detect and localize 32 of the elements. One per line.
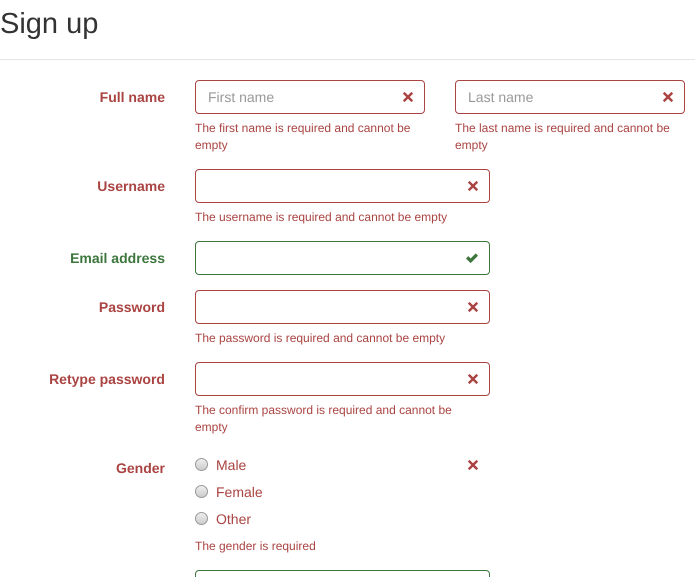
option-label[interactable]: Other [216,510,252,526]
radio-button[interactable] [195,512,208,525]
error-message: The first name is required and cannot be empty [195,120,412,154]
input-field[interactable]: Last name [455,80,685,114]
input-field[interactable] [195,290,490,324]
field-label: Username [96,177,165,196]
cross-icon [467,458,479,470]
cross-icon [662,91,674,103]
input-field[interactable] [195,362,490,396]
field-label: Retype password [48,370,165,389]
error-message: The last name is required and cannot be empty [455,120,671,154]
field-label: Gender [114,459,165,478]
input-field[interactable] [195,241,490,275]
radio-button[interactable] [195,485,208,498]
radio-button[interactable] [195,458,208,471]
cross-icon [402,91,414,103]
error-message: The gender is required [195,538,317,555]
field-label: Password [98,298,165,317]
input-field[interactable] [195,169,490,203]
field-label: Email address [69,249,165,268]
check-icon [465,252,479,264]
cross-icon [467,180,479,192]
option-label[interactable]: Female [216,484,263,500]
cross-icon [467,301,479,313]
page-title: Sign up [0,7,100,42]
option-label[interactable]: Male [216,456,246,472]
field-label: Full name [98,88,165,107]
cross-icon [467,373,479,385]
error-message: The password is required and cannot be empty [195,330,446,347]
input-field[interactable]: First name [195,80,425,114]
error-message: The confirm password is required and cannot be empty [195,402,453,436]
error-message: The username is required and cannot be empty [195,209,448,226]
